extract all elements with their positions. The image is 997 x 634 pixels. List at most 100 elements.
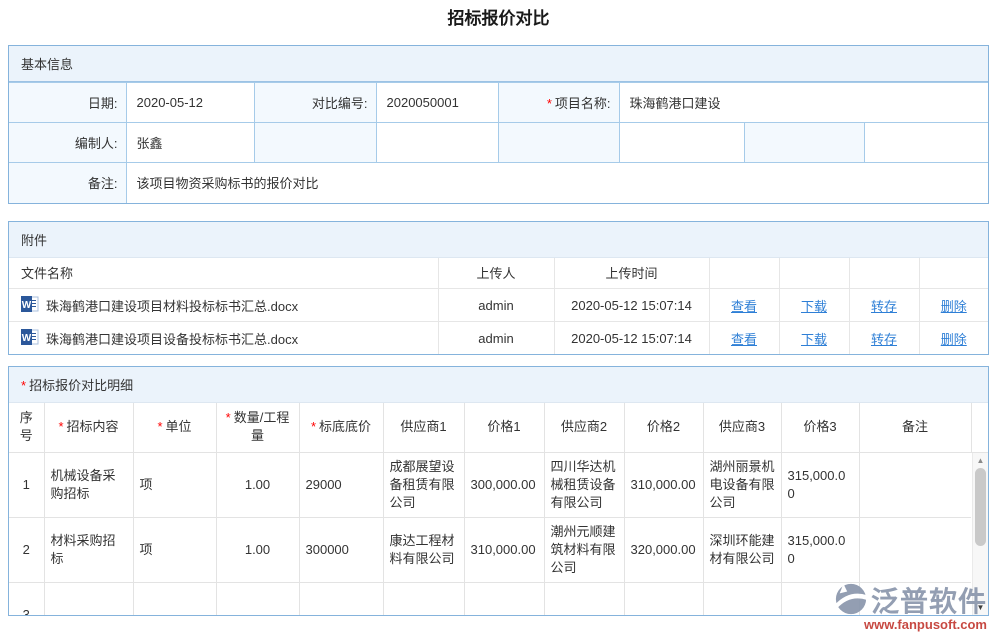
scroll-down-icon[interactable]: ▼: [973, 601, 988, 614]
svg-text:W: W: [22, 300, 32, 311]
word-file-icon: W: [21, 329, 39, 348]
cell-supplier2: [544, 583, 624, 615]
detail-header-row: 序号 *招标内容 *单位 *数量/工程量 *标底底价 供应商1 价格1 供应商2…: [9, 403, 988, 452]
delete-link[interactable]: 删除: [941, 299, 967, 314]
attachment-uploader: admin: [438, 289, 554, 322]
col-price2: 价格2: [624, 403, 703, 452]
cell-supplier1: 成都展望设备租赁有限公司: [383, 453, 464, 518]
cell-unit: 项: [133, 453, 216, 518]
required-asterisk: *: [547, 96, 552, 111]
cell-base-price: 29000: [299, 453, 383, 518]
scrollbar-thumb[interactable]: [975, 468, 986, 546]
attachment-file-name: 珠海鹤港口建设项目设备投标标书汇总.docx: [46, 329, 298, 348]
detail-section-header: *招标报价对比明细: [9, 367, 988, 403]
attachment-row: W 珠海鹤港口建设项目设备投标标书汇总.docx admin 2020-05-1…: [9, 322, 988, 355]
basic-info-section-header: 基本信息: [9, 46, 988, 82]
project-name-label: *项目名称:: [498, 83, 619, 123]
cell-seq: 3: [9, 583, 44, 615]
cell-price3: 315,000.00: [781, 518, 859, 583]
basic-info-row-2: 编制人: 张鑫: [9, 123, 988, 163]
attachment-upload-time: 2020-05-12 15:07:14: [554, 322, 709, 355]
basic-info-section: 基本信息 日期: 2020-05-12 对比编号: 2020050001 *项目…: [8, 45, 989, 204]
scroll-up-icon[interactable]: ▲: [973, 454, 988, 467]
detail-row: 1 机械设备采购招标 项 1.00 29000 成都展望设备租赁有限公司 300…: [9, 453, 971, 518]
cell-unit: [133, 583, 216, 615]
col-action: [709, 258, 779, 289]
attachments-header-row: 文件名称 上传人 上传时间: [9, 258, 988, 289]
cell-remark: [859, 518, 971, 583]
empty-value-cell: [376, 123, 498, 163]
scrollbar-gutter: [971, 403, 988, 452]
col-base-price: *标底底价: [299, 403, 383, 452]
col-action: [849, 258, 919, 289]
vertical-scrollbar[interactable]: ▲ ▼: [972, 453, 988, 615]
compare-no-value: 2020050001: [376, 83, 498, 123]
basic-info-row-1: 日期: 2020-05-12 对比编号: 2020050001 *项目名称: 珠…: [9, 83, 988, 123]
cell-bid-content: 机械设备采购招标: [44, 453, 133, 518]
detail-section-title: 招标报价对比明细: [29, 378, 133, 393]
detail-section: *招标报价对比明细 序号 *招标内容 *单位 *数量/工程量 *标底底价 供应商…: [8, 366, 989, 616]
cell-supplier3: 深圳环能建材有限公司: [703, 518, 781, 583]
col-supplier1: 供应商1: [383, 403, 464, 452]
preparer-value: 张鑫: [126, 123, 254, 163]
col-action: [919, 258, 988, 289]
remark-label: 备注:: [9, 163, 126, 203]
transfer-link[interactable]: 转存: [871, 332, 897, 347]
col-remark: 备注: [859, 403, 971, 452]
col-bid-content: *招标内容: [44, 403, 133, 452]
delete-link[interactable]: 删除: [941, 332, 967, 347]
download-link[interactable]: 下载: [801, 332, 827, 347]
basic-info-table: 日期: 2020-05-12 对比编号: 2020050001 *项目名称: 珠…: [9, 82, 988, 203]
empty-label-cell: [498, 123, 619, 163]
detail-header-table: 序号 *招标内容 *单位 *数量/工程量 *标底底价 供应商1 价格1 供应商2…: [9, 403, 988, 453]
col-price3: 价格3: [781, 403, 859, 452]
empty-label-cell: [744, 123, 864, 163]
view-link[interactable]: 查看: [731, 299, 757, 314]
attachment-upload-time: 2020-05-12 15:07:14: [554, 289, 709, 322]
col-upload-time: 上传时间: [554, 258, 709, 289]
basic-info-row-3: 备注: 该项目物资采购标书的报价对比: [9, 163, 988, 203]
watermark-url: www.fanpusoft.com: [834, 617, 987, 632]
cell-quantity: [216, 583, 299, 615]
attachments-section: 附件 文件名称 上传人 上传时间: [8, 221, 989, 356]
attachment-uploader: admin: [438, 322, 554, 355]
col-quantity: *数量/工程量: [216, 403, 299, 452]
date-value: 2020-05-12: [126, 83, 254, 123]
cell-supplier3: [703, 583, 781, 615]
col-action: [779, 258, 849, 289]
detail-row: 2 材料采购招标 项 1.00 300000 康达工程材料有限公司 310,00…: [9, 518, 971, 583]
view-link[interactable]: 查看: [731, 332, 757, 347]
cell-supplier2: 潮州元顺建筑材料有限公司: [544, 518, 624, 583]
page-title: 招标报价对比: [0, 8, 997, 30]
detail-body-table: 1 机械设备采购招标 项 1.00 29000 成都展望设备租赁有限公司 300…: [9, 453, 971, 615]
col-seq: 序号: [9, 403, 44, 452]
svg-text:W: W: [22, 333, 32, 344]
attachment-file-name: 珠海鹤港口建设项目材料投标标书汇总.docx: [46, 296, 298, 315]
cell-seq: 1: [9, 453, 44, 518]
cell-price2: [624, 583, 703, 615]
cell-price3: 315,000.00: [781, 453, 859, 518]
cell-bid-content: [44, 583, 133, 615]
project-name-value: 珠海鹤港口建设: [619, 83, 988, 123]
cell-seq: 2: [9, 518, 44, 583]
cell-supplier3: 湖州丽景机电设备有限公司: [703, 453, 781, 518]
cell-quantity: 1.00: [216, 518, 299, 583]
attachments-table: 文件名称 上传人 上传时间 W: [9, 258, 988, 355]
detail-row: 3: [9, 583, 971, 615]
cell-quantity: 1.00: [216, 453, 299, 518]
cell-remark: [859, 583, 971, 615]
cell-price2: 320,000.00: [624, 518, 703, 583]
project-name-label-text: 项目名称:: [555, 96, 611, 111]
col-unit: *单位: [133, 403, 216, 452]
preparer-label: 编制人:: [9, 123, 126, 163]
download-link[interactable]: 下载: [801, 299, 827, 314]
transfer-link[interactable]: 转存: [871, 299, 897, 314]
col-file-name: 文件名称: [9, 258, 438, 289]
cell-price1: 310,000.00: [464, 518, 544, 583]
compare-no-label: 对比编号:: [254, 83, 376, 123]
col-uploader: 上传人: [438, 258, 554, 289]
attachments-section-header: 附件: [9, 222, 988, 258]
cell-remark: [859, 453, 971, 518]
col-price1: 价格1: [464, 403, 544, 452]
cell-supplier1: [383, 583, 464, 615]
